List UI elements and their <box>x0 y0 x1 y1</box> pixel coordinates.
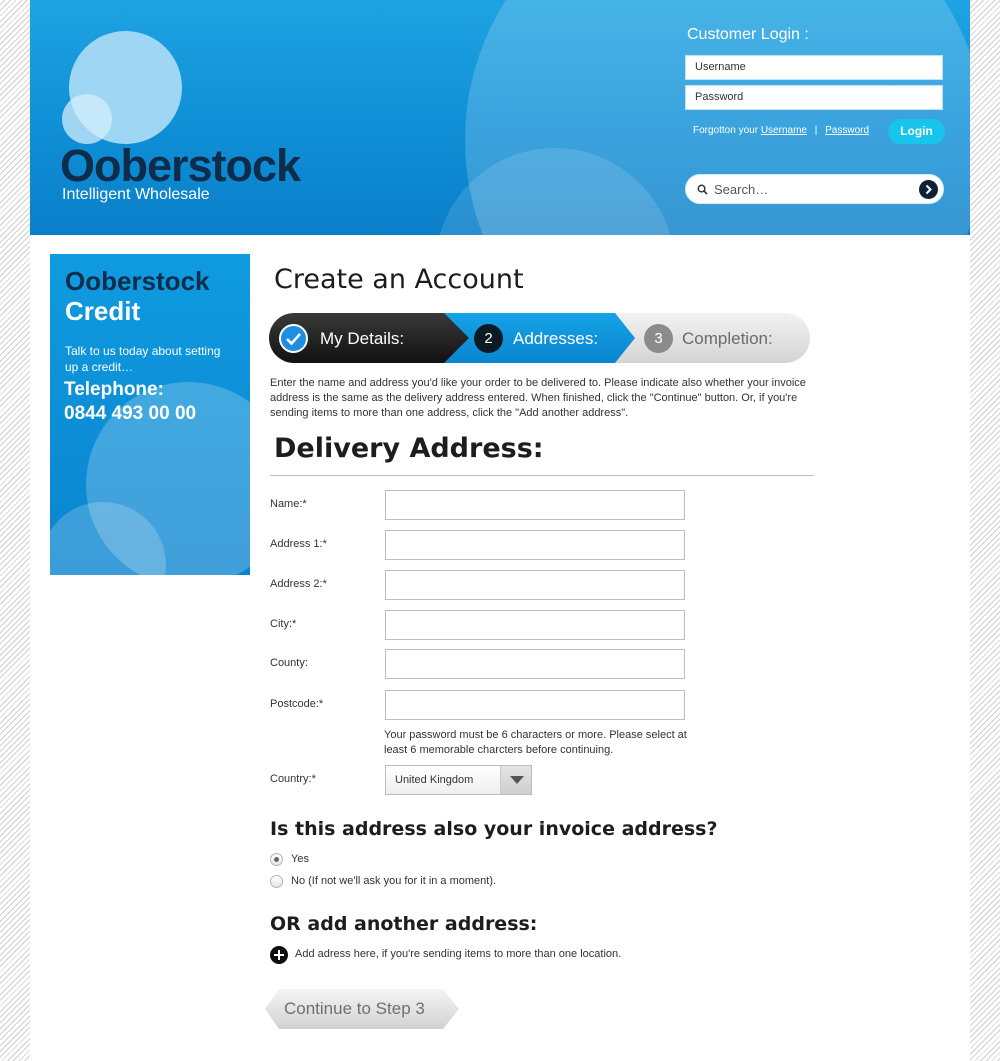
search-placeholder: Search… <box>714 182 769 197</box>
postcode-label: Postcode:* <box>270 698 324 710</box>
forgot-separator: | <box>814 125 818 136</box>
county-field[interactable] <box>385 649 685 679</box>
section-title: Delivery Address: <box>274 433 544 464</box>
telephone-label: Telephone: <box>64 379 164 400</box>
forgot-prefix: Forgotton your <box>693 125 759 136</box>
invoice-question: Is this address also your invoice addres… <box>270 818 718 840</box>
add-address-link[interactable]: Add adress here, if you're sending items… <box>295 948 621 960</box>
step-label-addresses: Addresses: <box>513 329 599 348</box>
logo-circle-icon <box>62 94 112 144</box>
address1-label: Address 1:* <box>270 538 327 550</box>
step-label-completion: Completion: <box>682 329 773 348</box>
brand-tagline: Intelligent Wholesale <box>62 186 210 203</box>
city-field[interactable] <box>385 610 685 640</box>
search-input[interactable]: Search… <box>685 174 944 204</box>
arrow-right-icon <box>925 184 932 195</box>
page: Ooberstock Intelligent Wholesale Custome… <box>30 0 970 1061</box>
login-button[interactable]: Login <box>888 119 945 144</box>
forgot-credentials: Forgotton your Username | Password <box>693 125 869 136</box>
country-selected-value: United Kingdom <box>395 774 474 786</box>
promo-title-line1: Ooberstock <box>65 266 210 296</box>
forgot-password-link[interactable]: Password <box>825 125 869 136</box>
telephone-number: 0844 493 00 00 <box>64 403 197 424</box>
address2-field[interactable] <box>385 570 685 600</box>
checkmark-icon-glyph <box>286 333 301 346</box>
name-field[interactable] <box>385 490 685 520</box>
username-placeholder: Username <box>695 61 746 73</box>
section-divider <box>270 475 814 476</box>
checkmark-icon <box>279 324 308 353</box>
invoice-no-radio[interactable] <box>270 875 283 888</box>
login-title: Customer Login : <box>687 26 809 43</box>
city-label: City:* <box>270 618 297 630</box>
continue-button[interactable]: Continue to Step 3 <box>265 989 459 1029</box>
promo-telephone: Telephone: 0844 493 00 00 <box>64 378 196 426</box>
promo-title-line2: Credit <box>65 296 141 326</box>
invoice-no-label[interactable]: No (If not we'll ask you for it in a mom… <box>291 875 496 887</box>
search-submit-button[interactable] <box>919 180 938 199</box>
password-placeholder: Password <box>695 91 744 103</box>
promo-text: Talk to us today about setting up a cred… <box>65 344 221 374</box>
county-label: County: <box>270 657 308 669</box>
progress-steps: My Details: 2 Addresses: 3 Completion: <box>269 313 810 363</box>
credit-promo[interactable]: Ooberstock Credit Talk to us today about… <box>50 254 250 575</box>
step-number-2: 2 <box>474 324 503 353</box>
promo-title: Ooberstock Credit <box>65 266 210 326</box>
address1-field[interactable] <box>385 530 685 560</box>
intro-text: Enter the name and address you'd like yo… <box>270 377 806 419</box>
step-number-3: 3 <box>644 324 673 353</box>
invoice-yes-label[interactable]: Yes <box>291 853 309 865</box>
password-input[interactable]: Password <box>685 85 943 110</box>
add-address-title: OR add another address: <box>270 913 538 935</box>
username-input[interactable]: Username <box>685 55 943 80</box>
plus-circle-icon[interactable] <box>270 946 288 964</box>
site-header: Ooberstock Intelligent Wholesale Custome… <box>30 0 970 235</box>
postcode-hint: Your password must be 6 characters or mo… <box>384 729 687 756</box>
country-label: Country:* <box>270 773 316 785</box>
postcode-field[interactable] <box>385 690 685 720</box>
invoice-yes-radio[interactable] <box>270 853 283 866</box>
step-label-my-details: My Details: <box>320 329 405 348</box>
search-icon <box>697 184 708 195</box>
country-select[interactable]: United Kingdom <box>385 765 532 795</box>
brand-logo[interactable]: Ooberstock <box>60 140 301 192</box>
page-title: Create an Account <box>274 264 524 295</box>
name-label: Name:* <box>270 498 307 510</box>
address2-label: Address 2:* <box>270 578 327 590</box>
forgot-username-link[interactable]: Username <box>761 125 807 136</box>
chevron-down-icon[interactable] <box>500 766 531 794</box>
